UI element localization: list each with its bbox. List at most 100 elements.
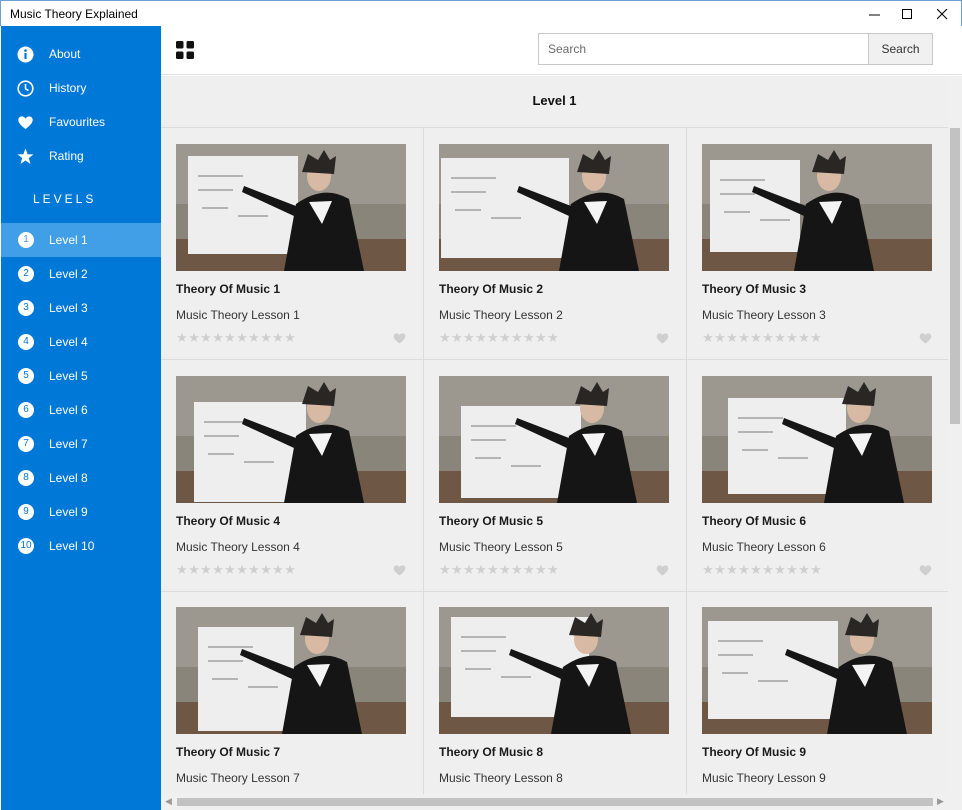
favourite-heart-icon[interactable] — [393, 564, 406, 576]
video-card[interactable]: Theory Of Music 7Music Theory Lesson 7★★… — [161, 591, 424, 794]
star-icon[interactable]: ★ — [451, 331, 463, 344]
star-icon[interactable]: ★ — [176, 563, 188, 576]
video-card[interactable]: Theory Of Music 6 Music Theory Lesson 6 ★ ★… — [687, 360, 948, 592]
star-icon[interactable]: ★ — [511, 563, 523, 576]
video-card[interactable]: Theory Of Music 2 Music Theory Lesson 2 ★ ★… — [424, 128, 687, 360]
video-card[interactable]: Theory Of Music 9Music Theory Lesson 9★★… — [687, 591, 948, 794]
video-title[interactable]: Theory Of Music 9 — [702, 745, 806, 759]
star-icon[interactable]: ★ — [463, 563, 475, 576]
star-icon[interactable]: ★ — [547, 563, 559, 576]
video-thumbnail[interactable] — [702, 144, 932, 271]
video-thumbnail[interactable] — [176, 144, 406, 271]
star-icon[interactable]: ★ — [200, 331, 212, 344]
star-icon[interactable]: ★ — [439, 563, 451, 576]
star-icon[interactable]: ★ — [451, 563, 463, 576]
star-icon[interactable]: ★ — [702, 331, 714, 344]
horizontal-scrollbar[interactable]: ◀ ▶ — [161, 794, 948, 810]
video-title[interactable]: Theory Of Music 2 — [439, 282, 543, 296]
star-icon[interactable]: ★ — [224, 563, 236, 576]
star-rating[interactable]: ★ ★ ★ ★ ★ ★ ★ ★ ★ ★ — [439, 331, 559, 345]
video-title[interactable]: Theory Of Music 3 — [702, 282, 806, 296]
star-icon[interactable]: ★ — [798, 563, 810, 576]
star-icon[interactable]: ★ — [810, 331, 822, 344]
star-icon[interactable]: ★ — [236, 563, 248, 576]
video-card[interactable]: Theory Of Music 4 Music Theory Lesson 4 ★ ★… — [161, 360, 424, 592]
star-icon[interactable]: ★ — [224, 331, 236, 344]
video-title[interactable]: Theory Of Music 1 — [176, 282, 280, 296]
sidebar-item-level-2[interactable]: 2 Level 2 — [1, 257, 161, 291]
vertical-scroll-thumb[interactable] — [950, 128, 960, 424]
star-icon[interactable]: ★ — [738, 331, 750, 344]
video-card[interactable]: Theory Of Music 5 Music Theory Lesson 5 ★ ★… — [424, 360, 687, 592]
star-icon[interactable]: ★ — [188, 563, 200, 576]
maximize-button[interactable] — [890, 1, 924, 27]
search-button[interactable]: Search — [868, 33, 933, 65]
star-icon[interactable]: ★ — [260, 563, 272, 576]
scroll-left-icon[interactable]: ◀ — [165, 796, 172, 807]
video-title[interactable]: Theory Of Music 4 — [176, 514, 280, 528]
star-icon[interactable]: ★ — [798, 331, 810, 344]
star-icon[interactable]: ★ — [499, 331, 511, 344]
star-icon[interactable]: ★ — [236, 331, 248, 344]
vertical-scrollbar[interactable] — [948, 76, 962, 794]
video-thumbnail[interactable] — [439, 607, 669, 734]
sidebar-item-level-7[interactable]: 7 Level 7 — [1, 427, 161, 461]
sidebar-item-rating[interactable]: Rating — [1, 139, 161, 173]
star-icon[interactable]: ★ — [272, 563, 284, 576]
star-icon[interactable]: ★ — [535, 331, 547, 344]
sidebar-item-level-10[interactable]: 10 Level 10 — [1, 529, 161, 563]
sidebar-item-level-4[interactable]: 4 Level 4 — [1, 325, 161, 359]
star-icon[interactable]: ★ — [738, 563, 750, 576]
favourite-heart-icon[interactable] — [919, 332, 932, 344]
video-thumbnail[interactable] — [702, 607, 932, 734]
star-icon[interactable]: ★ — [260, 331, 272, 344]
video-title[interactable]: Theory Of Music 7 — [176, 745, 280, 759]
star-icon[interactable]: ★ — [774, 331, 786, 344]
grid-view-icon[interactable] — [176, 41, 194, 59]
star-icon[interactable]: ★ — [487, 331, 499, 344]
star-icon[interactable]: ★ — [475, 331, 487, 344]
video-thumbnail[interactable] — [439, 144, 669, 271]
star-icon[interactable]: ★ — [762, 331, 774, 344]
star-icon[interactable]: ★ — [475, 563, 487, 576]
horizontal-scroll-thumb[interactable] — [177, 798, 933, 806]
star-icon[interactable]: ★ — [523, 563, 535, 576]
star-icon[interactable]: ★ — [248, 331, 260, 344]
close-button[interactable] — [925, 1, 959, 27]
sidebar-item-level-6[interactable]: 6 Level 6 — [1, 393, 161, 427]
star-icon[interactable]: ★ — [547, 331, 559, 344]
star-icon[interactable]: ★ — [726, 563, 738, 576]
favourite-heart-icon[interactable] — [393, 332, 406, 344]
video-thumbnail[interactable] — [439, 376, 669, 503]
star-icon[interactable]: ★ — [714, 563, 726, 576]
star-icon[interactable]: ★ — [726, 331, 738, 344]
sidebar-item-level-8[interactable]: 8 Level 8 — [1, 461, 161, 495]
favourite-heart-icon[interactable] — [656, 564, 669, 576]
video-card[interactable]: Theory Of Music 3 Music Theory Lesson 3 ★ ★… — [687, 128, 948, 360]
sidebar-item-level-3[interactable]: 3 Level 3 — [1, 291, 161, 325]
star-icon[interactable]: ★ — [523, 331, 535, 344]
sidebar-item-history[interactable]: History — [1, 71, 161, 105]
star-icon[interactable]: ★ — [188, 331, 200, 344]
sidebar-item-favourites[interactable]: Favourites — [1, 105, 161, 139]
star-icon[interactable]: ★ — [439, 331, 451, 344]
sidebar-item-about[interactable]: About — [1, 37, 161, 71]
favourite-heart-icon[interactable] — [919, 564, 932, 576]
star-icon[interactable]: ★ — [487, 563, 499, 576]
star-icon[interactable]: ★ — [176, 331, 188, 344]
star-rating[interactable]: ★ ★ ★ ★ ★ ★ ★ ★ ★ ★ — [176, 563, 296, 577]
search-input[interactable] — [538, 33, 869, 65]
video-card[interactable]: Theory Of Music 8Music Theory Lesson 8★★… — [424, 591, 687, 794]
sidebar-item-level-1[interactable]: 1 Level 1 — [1, 223, 161, 257]
star-icon[interactable]: ★ — [248, 563, 260, 576]
video-title[interactable]: Theory Of Music 5 — [439, 514, 543, 528]
scroll-right-icon[interactable]: ▶ — [937, 796, 944, 807]
video-card[interactable]: Theory Of Music 1 Music Theory Lesson 1 ★ ★… — [161, 128, 424, 360]
star-icon[interactable]: ★ — [284, 563, 296, 576]
favourite-heart-icon[interactable] — [656, 332, 669, 344]
minimize-button[interactable] — [857, 1, 891, 27]
star-icon[interactable]: ★ — [786, 331, 798, 344]
star-icon[interactable]: ★ — [774, 563, 786, 576]
star-icon[interactable]: ★ — [463, 331, 475, 344]
star-rating[interactable]: ★ ★ ★ ★ ★ ★ ★ ★ ★ ★ — [702, 563, 822, 577]
